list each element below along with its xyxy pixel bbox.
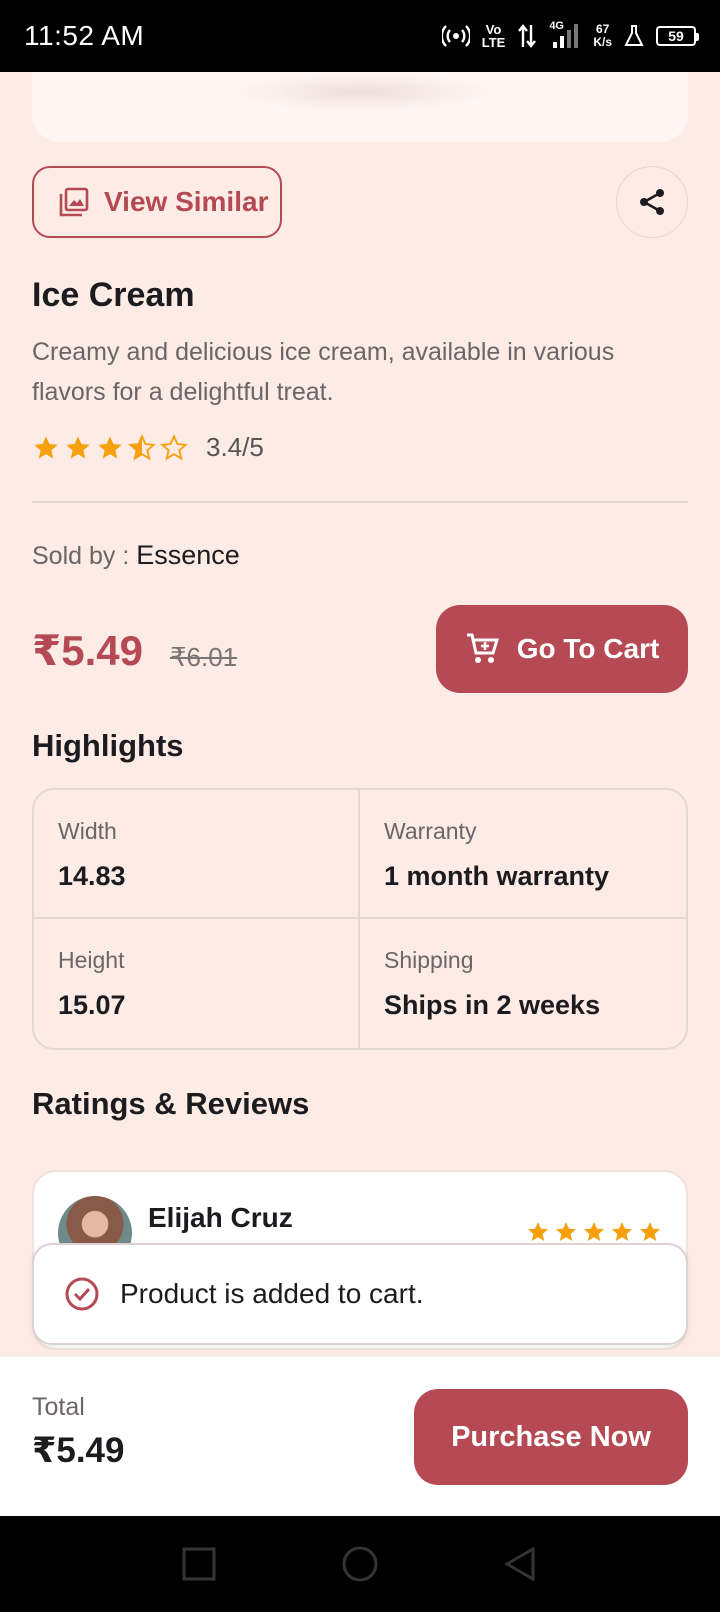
highlights-grid: Width 14.83 Warranty 1 month warranty He… (32, 788, 688, 1050)
signal-icon: 4G (549, 20, 581, 50)
star-full-icon (584, 1222, 604, 1241)
volte-indicator: Vo LTE (481, 22, 506, 50)
go-to-cart-button[interactable]: Go To Cart (436, 605, 688, 693)
star-full-icon (34, 435, 58, 458)
highlights-title: Highlights (32, 728, 184, 763)
sold-by-label: Sold by : (32, 542, 137, 570)
star-full-icon (556, 1222, 576, 1241)
highlight-value: 1 month warranty (384, 861, 610, 891)
home-icon[interactable] (340, 1544, 380, 1584)
star-half-icon (128, 433, 156, 460)
status-time: 11:52 AM (24, 20, 145, 51)
hotspot-icon (441, 25, 470, 47)
gallery-icon (59, 187, 89, 217)
total-label: Total (32, 1393, 85, 1421)
go-to-cart-label: Go To Cart (516, 633, 660, 664)
highlight-value: 14.83 (58, 861, 126, 891)
sold-by: Sold by : Essence (32, 540, 240, 571)
star-full-icon (98, 435, 122, 458)
toast-message: Product is added to cart. (120, 1278, 424, 1309)
original-price: ₹6.01 (170, 642, 238, 672)
star-full-icon (640, 1222, 660, 1241)
highlight-label: Height (58, 947, 125, 973)
highlight-height: Height 15.07 (34, 919, 360, 1048)
share-button[interactable] (616, 166, 688, 238)
reviews-title: Ratings & Reviews (32, 1086, 310, 1121)
highlight-value: 15.07 (58, 990, 126, 1020)
star-full-icon (66, 435, 90, 458)
view-similar-button[interactable]: View Similar (32, 166, 282, 238)
network-speed: 67 K/s (593, 22, 612, 49)
highlight-label: Shipping (384, 947, 474, 973)
recents-icon[interactable] (181, 1546, 217, 1582)
highlight-warranty: Warranty 1 month warranty (360, 790, 686, 919)
battery-indicator: 59 (656, 26, 699, 46)
data-transfer-icon (518, 24, 537, 48)
price: ₹5.49 (32, 627, 143, 674)
star-empty-icon (160, 433, 188, 460)
total-value: ₹5.49 (32, 1431, 125, 1470)
review-stars (526, 1220, 662, 1244)
highlight-shipping: Shipping Ships in 2 weeks (360, 919, 686, 1048)
highlight-label: Warranty (384, 818, 477, 844)
highlight-label: Width (58, 818, 117, 844)
status-bar: 11:52 AM Vo LTE 4G 67 K/s 59 (0, 0, 720, 72)
status-icons: Vo LTE 4G 67 K/s 59 (441, 20, 699, 50)
product-image-card (32, 72, 688, 142)
star-full-icon (612, 1222, 632, 1241)
rating-text: 3.4/5 (206, 432, 264, 462)
reviewer-name: Elijah Cruz (148, 1202, 293, 1233)
seller-name[interactable]: Essence (136, 540, 240, 570)
star-full-icon (528, 1222, 548, 1241)
back-icon[interactable] (503, 1546, 539, 1582)
share-icon (640, 189, 664, 215)
divider (32, 501, 688, 503)
system-nav-bar (0, 1516, 720, 1612)
product-rating: 3.4/5 (32, 432, 264, 463)
highlight-value: Ships in 2 weeks (384, 990, 601, 1020)
product-description: Creamy and delicious ice cream, availabl… (32, 338, 615, 406)
view-similar-label: View Similar (104, 186, 269, 217)
toast-notification: Product is added to cart. (32, 1243, 688, 1345)
product-title: Ice Cream (32, 276, 195, 314)
cart-icon (466, 633, 499, 663)
bottom-bar: Total ₹5.49 Purchase Now (0, 1356, 720, 1516)
highlight-width: Width 14.83 (34, 790, 360, 919)
check-circle-icon (65, 1277, 99, 1311)
purchase-now-button[interactable]: Purchase Now (414, 1389, 688, 1485)
flask-icon (624, 25, 644, 46)
